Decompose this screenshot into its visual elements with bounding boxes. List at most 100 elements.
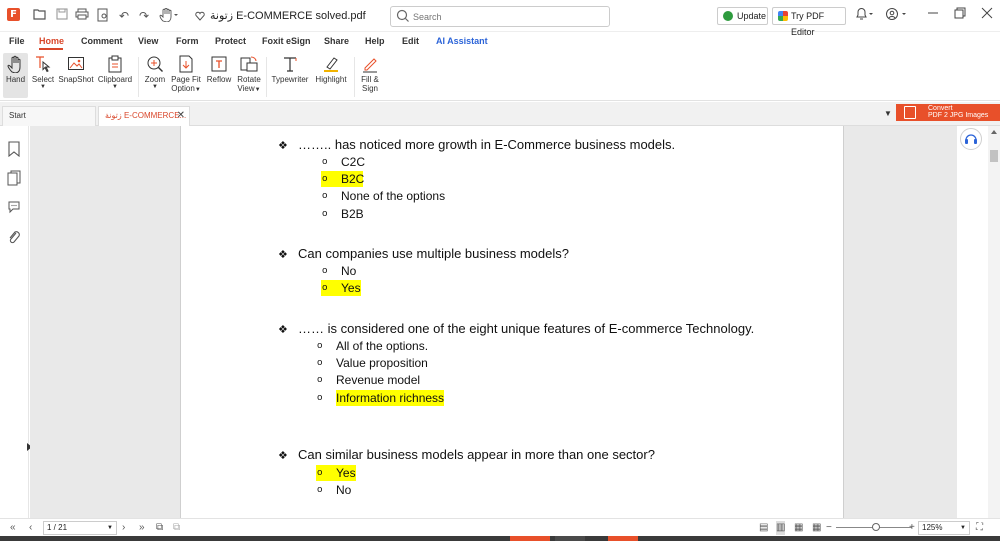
redo-icon[interactable]: ↷: [136, 8, 152, 24]
option-text: C2C: [341, 155, 366, 169]
hand-tool-dropdown-icon[interactable]: [158, 7, 180, 24]
fill-and-sign-button[interactable]: Fill & Sign: [358, 53, 382, 98]
attachment-paperclip-icon[interactable]: [7, 229, 21, 245]
typewriter-button[interactable]: Typewriter: [270, 53, 310, 98]
option-text: B2C: [341, 172, 365, 186]
vertical-scrollbar[interactable]: [988, 126, 1000, 518]
rotate-view-button[interactable]: Rotate View▼: [235, 53, 263, 98]
copy-page-icon[interactable]: ⧉: [156, 521, 163, 535]
bookmark-icon[interactable]: [7, 141, 21, 157]
option-bullet-icon: o: [322, 174, 328, 184]
open-folder-icon[interactable]: [32, 8, 48, 24]
next-page-icon[interactable]: ›: [122, 521, 125, 535]
scroll-up-arrow-icon[interactable]: [991, 130, 997, 134]
reflow-icon: [211, 56, 227, 72]
search-box[interactable]: [390, 6, 610, 27]
search-input[interactable]: [413, 9, 603, 24]
zoom-out-icon[interactable]: −: [826, 521, 832, 535]
navigation-panel-rail: [0, 126, 32, 518]
page-dropdown-icon[interactable]: ▼: [107, 522, 113, 534]
menu-share[interactable]: Share: [324, 36, 349, 46]
menu-view[interactable]: View: [138, 36, 158, 46]
zoom-slider[interactable]: [836, 523, 912, 531]
update-label: Update: [737, 11, 767, 21]
menu-home[interactable]: Home: [39, 36, 64, 46]
page-number-field[interactable]: 1 / 21 ▼: [43, 521, 117, 535]
clipboard-icon: [108, 55, 122, 73]
typewriter-label: Typewriter: [271, 75, 309, 84]
scrollbar-thumb[interactable]: [990, 150, 998, 162]
taskbar-app-indicator: [510, 536, 550, 541]
rotate-dropdown-icon[interactable]: ▼: [255, 87, 261, 93]
last-page-icon[interactable]: »: [139, 521, 145, 535]
first-page-icon[interactable]: «: [10, 521, 16, 535]
menu-foxit-esign[interactable]: Foxit eSign: [262, 36, 311, 46]
page-fit-label-line2: Option: [171, 84, 195, 93]
hand-tool-button[interactable]: Hand: [3, 53, 28, 98]
account-icon[interactable]: [884, 7, 910, 23]
save-icon[interactable]: [54, 8, 70, 24]
ai-assistant-floating-icon[interactable]: [960, 128, 982, 150]
continuous-facing-view-icon[interactable]: ▦: [812, 521, 821, 535]
tab-list-dropdown-icon[interactable]: ▼: [884, 109, 892, 118]
option-text: Value proposition: [336, 356, 428, 370]
typewriter-icon: [284, 57, 297, 72]
split-view-icon[interactable]: ⧉: [173, 521, 180, 535]
zoom-level-field[interactable]: 125% ▼: [918, 521, 970, 535]
minimize-icon[interactable]: [925, 7, 941, 23]
document-canvas[interactable]: ❖ …….. has noticed more growth in E-Comm…: [30, 126, 957, 518]
reflow-button[interactable]: Reflow: [205, 53, 233, 98]
restore-icon[interactable]: [952, 7, 968, 23]
print-preview-icon[interactable]: [95, 8, 111, 24]
notifications-bell-icon[interactable]: [853, 7, 877, 23]
option-bullet-icon: o: [317, 341, 323, 351]
tab-document[interactable]: زتونة E-COMMERCE... ✕: [98, 106, 190, 126]
close-tab-icon[interactable]: ✕: [177, 107, 185, 125]
update-button[interactable]: Update: [717, 7, 768, 25]
page-fit-dropdown-icon[interactable]: ▼: [195, 87, 201, 93]
continuous-view-icon[interactable]: ▥: [776, 521, 786, 535]
question-text: …… is considered one of the eight unique…: [298, 321, 755, 336]
comments-icon[interactable]: [7, 199, 21, 215]
reflow-label: Reflow: [206, 75, 232, 84]
clipboard-dropdown-icon[interactable]: ▼: [97, 84, 133, 90]
zoom-dropdown-icon[interactable]: ▼: [142, 84, 168, 90]
zoom-slider-knob[interactable]: [872, 523, 880, 531]
pages-thumbnail-icon[interactable]: [7, 170, 21, 186]
undo-icon[interactable]: ↶: [116, 8, 132, 24]
zoom-button[interactable]: Zoom ▼: [142, 53, 168, 98]
try-pdf-editor-button[interactable]: Try PDF Editor: [772, 7, 846, 37]
zoom-dropdown-icon[interactable]: ▼: [960, 522, 966, 534]
option-text: Yes: [336, 466, 356, 480]
snapshot-button[interactable]: SnapShot: [58, 53, 94, 98]
convert-pdf-banner[interactable]: Convert PDF 2 JPG Images: [896, 104, 1000, 121]
option-bullet-icon: o: [317, 358, 323, 368]
highlight-button[interactable]: Highlight: [312, 53, 350, 98]
clipboard-button[interactable]: Clipboard ▼: [97, 53, 133, 98]
select-dropdown-icon[interactable]: ▼: [31, 84, 55, 90]
select-label: Select: [31, 75, 55, 84]
menu-ai-assistant[interactable]: AI Assistant: [436, 36, 488, 46]
menu-comment[interactable]: Comment: [81, 36, 123, 46]
menu-help[interactable]: Help: [365, 36, 385, 46]
print-icon[interactable]: [74, 8, 90, 24]
facing-view-icon[interactable]: ▦: [794, 521, 803, 535]
ribbon-divider: [354, 57, 355, 97]
close-window-icon[interactable]: [979, 7, 995, 23]
single-page-view-icon[interactable]: ▤: [759, 521, 768, 535]
right-panel: [957, 126, 1000, 518]
menu-file[interactable]: File: [9, 36, 25, 46]
option-text: Information richness: [336, 390, 445, 406]
menu-bar: File Home Comment View Form Protect Foxi…: [0, 33, 1000, 51]
page-fit-option-button[interactable]: Page Fit Option▼: [170, 53, 202, 98]
select-tool-button[interactable]: Select ▼: [31, 53, 55, 98]
fullscreen-icon[interactable]: ⛶: [976, 521, 983, 535]
menu-form[interactable]: Form: [176, 36, 199, 46]
zoom-in-icon[interactable]: +: [909, 521, 915, 535]
question-bullet-icon: ❖: [278, 449, 288, 462]
menu-protect[interactable]: Protect: [215, 36, 246, 46]
previous-page-icon[interactable]: ‹: [29, 521, 32, 535]
option-bullet-icon: o: [317, 393, 323, 403]
menu-edit[interactable]: Edit: [402, 36, 419, 46]
tab-start[interactable]: Start: [2, 106, 96, 126]
